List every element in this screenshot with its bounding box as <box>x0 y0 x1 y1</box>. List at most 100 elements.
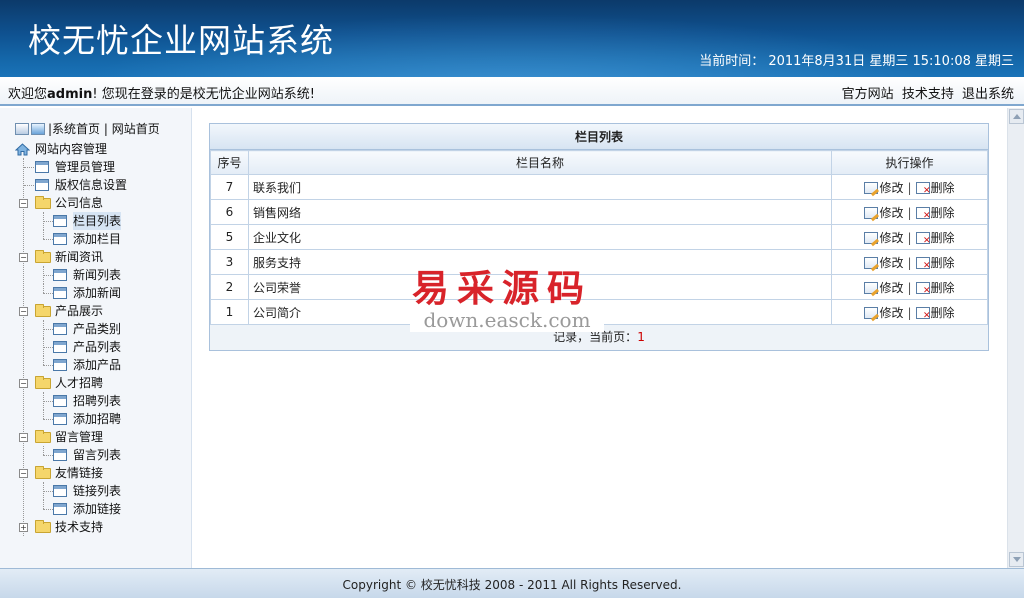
collapse-icon[interactable]: − <box>19 253 28 262</box>
tree-item-label: 新闻资讯 <box>55 250 104 264</box>
tree-item-add-job[interactable]: 添加招聘 <box>15 410 190 428</box>
op-sep: | <box>907 205 912 220</box>
tree-item-product-list[interactable]: 产品列表 <box>15 338 190 356</box>
page-icon <box>35 161 49 173</box>
op-sep: | <box>907 255 912 270</box>
edit-button[interactable]: 修改 <box>864 306 903 320</box>
collapse-icon[interactable]: − <box>19 379 28 388</box>
tree-item-job-list[interactable]: 招聘列表 <box>15 392 190 410</box>
delete-button[interactable]: 删除 <box>915 206 955 221</box>
tree-root[interactable]: 网站内容管理 <box>15 140 190 158</box>
delete-button[interactable]: 删除 <box>915 180 955 196</box>
row-actions: 修改| 删除 <box>831 274 988 300</box>
tree-folder-messages[interactable]: − 留言管理 <box>15 428 190 446</box>
scroll-down-icon[interactable] <box>1009 552 1024 567</box>
tree-item-product-category[interactable]: 产品类别 <box>15 320 190 338</box>
tree-item-label: 添加招聘 <box>73 412 122 426</box>
tree-folder-company[interactable]: − 公司信息 <box>15 194 190 212</box>
edit-button[interactable]: 修改 <box>864 256 903 270</box>
tree-folder-news[interactable]: − 新闻资讯 <box>15 248 190 266</box>
collapse-icon[interactable]: − <box>19 307 28 316</box>
row-actions: 修改| 删除 <box>831 174 988 200</box>
row-id: 2 <box>210 274 249 300</box>
tree-item-label: 添加栏目 <box>73 232 122 246</box>
delete-button[interactable]: 删除 <box>915 281 955 296</box>
page-footer: Copyright © 校无忧科技 2008 - 2011 All Rights… <box>0 568 1024 598</box>
tree-item-admin[interactable]: 管理员管理 <box>15 158 190 176</box>
row-id: 5 <box>210 224 249 250</box>
tree-item-label: 管理员管理 <box>55 160 116 174</box>
edit-button[interactable]: 修改 <box>864 181 903 195</box>
tree-item-news-list[interactable]: 新闻列表 <box>15 266 190 284</box>
delete-label: 删除 <box>930 180 955 195</box>
collapse-icon[interactable]: − <box>19 199 28 208</box>
delete-button[interactable]: 删除 <box>915 306 955 321</box>
tree-item-label: 留言列表 <box>73 448 122 462</box>
op-sep: | <box>907 280 912 295</box>
logout-link[interactable]: 退出系统 <box>962 87 1014 102</box>
delete-icon <box>915 256 931 271</box>
tree-root-label: 网站内容管理 <box>35 142 108 156</box>
scroll-up-icon[interactable] <box>1009 109 1024 124</box>
site-home-link[interactable]: 网站首页 <box>112 122 160 136</box>
page-icon <box>53 341 67 353</box>
tree-item-add-product[interactable]: 添加产品 <box>15 356 190 374</box>
tree-folder-support[interactable]: + 技术支持 <box>15 518 190 536</box>
tree-item-label: 留言管理 <box>55 430 104 444</box>
edit-button[interactable]: 修改 <box>864 231 903 245</box>
collapse-icon[interactable]: − <box>19 433 28 442</box>
tree-item-link-list[interactable]: 链接列表 <box>15 482 190 500</box>
page-icon <box>53 359 67 371</box>
delete-label: 删除 <box>930 255 955 270</box>
edit-button[interactable]: 修改 <box>864 206 903 220</box>
clock: 当前时间： 2011年8月31日 星期三 15:10:08 星期三 <box>695 50 1014 69</box>
watermark-cn: 易采源码 <box>412 266 592 310</box>
expand-icon[interactable]: + <box>19 523 28 532</box>
top-links: 官方网站 技术支持 退出系统 <box>838 83 1014 102</box>
tree-item-label: 版权信息设置 <box>55 178 128 192</box>
delete-button[interactable]: 删除 <box>915 231 955 246</box>
collapse-icon[interactable]: − <box>19 469 28 478</box>
table-row: 5 企业文化 修改| 删除 <box>210 224 988 250</box>
tree-item-message-list[interactable]: 留言列表 <box>15 446 190 464</box>
tree-item-add-news[interactable]: 添加新闻 <box>15 284 190 302</box>
tree-item-label: 人才招聘 <box>55 376 104 390</box>
delete-icon <box>915 181 931 196</box>
tech-support-link[interactable]: 技术支持 <box>902 87 954 102</box>
nav-sep: | <box>103 122 108 136</box>
tree-item-add-column[interactable]: 添加栏目 <box>15 230 190 248</box>
tree-item-copyright[interactable]: 版权信息设置 <box>15 176 190 194</box>
tree-item-label: 技术支持 <box>55 520 104 534</box>
delete-button[interactable]: 删除 <box>915 255 955 271</box>
edit-label: 修改 <box>879 280 904 295</box>
sidebar: |系统首页 | 网站首页 网站内容管理 管理员管理 版权信息设置 − 公司信息 <box>0 108 192 568</box>
official-site-link[interactable]: 官方网站 <box>842 87 894 102</box>
sidebar-top-nav: |系统首页 | 网站首页 <box>15 120 160 137</box>
tree-item-label: 添加新闻 <box>73 286 122 300</box>
edit-label: 修改 <box>879 305 904 320</box>
edit-icon <box>864 231 879 244</box>
page-icon <box>53 449 67 461</box>
row-actions: 修改| 删除 <box>831 199 988 225</box>
app-title: 校无忧企业网站系统 <box>28 21 334 60</box>
row-id: 1 <box>210 299 249 325</box>
row-actions: 修改| 删除 <box>831 249 988 275</box>
tree-folder-products[interactable]: − 产品展示 <box>15 302 190 320</box>
row-actions: 修改| 删除 <box>831 299 988 325</box>
system-home-link[interactable]: 系统首页 <box>52 122 100 136</box>
page-icon <box>53 215 67 227</box>
tree-item-add-link[interactable]: 添加链接 <box>15 500 190 518</box>
tree-folder-jobs[interactable]: − 人才招聘 <box>15 374 190 392</box>
vertical-scrollbar[interactable] <box>1007 108 1024 568</box>
tree-item-column-list[interactable]: 栏目列表 <box>15 212 190 230</box>
edit-button[interactable]: 修改 <box>864 281 903 295</box>
tree-item-label: 招聘列表 <box>73 394 122 408</box>
edit-label: 修改 <box>879 255 904 270</box>
app-header: 校无忧企业网站系统 当前时间： 2011年8月31日 星期三 15:10:08 星… <box>0 0 1024 77</box>
page-icon <box>53 485 67 497</box>
table-row: 7 联系我们 修改| 删除 <box>210 174 988 200</box>
content-tree: 网站内容管理 管理员管理 版权信息设置 − 公司信息 栏目列表 添加栏目 − 新… <box>15 140 190 536</box>
folder-icon <box>35 466 51 479</box>
edit-label: 修改 <box>879 205 904 220</box>
tree-folder-links[interactable]: − 友情链接 <box>15 464 190 482</box>
